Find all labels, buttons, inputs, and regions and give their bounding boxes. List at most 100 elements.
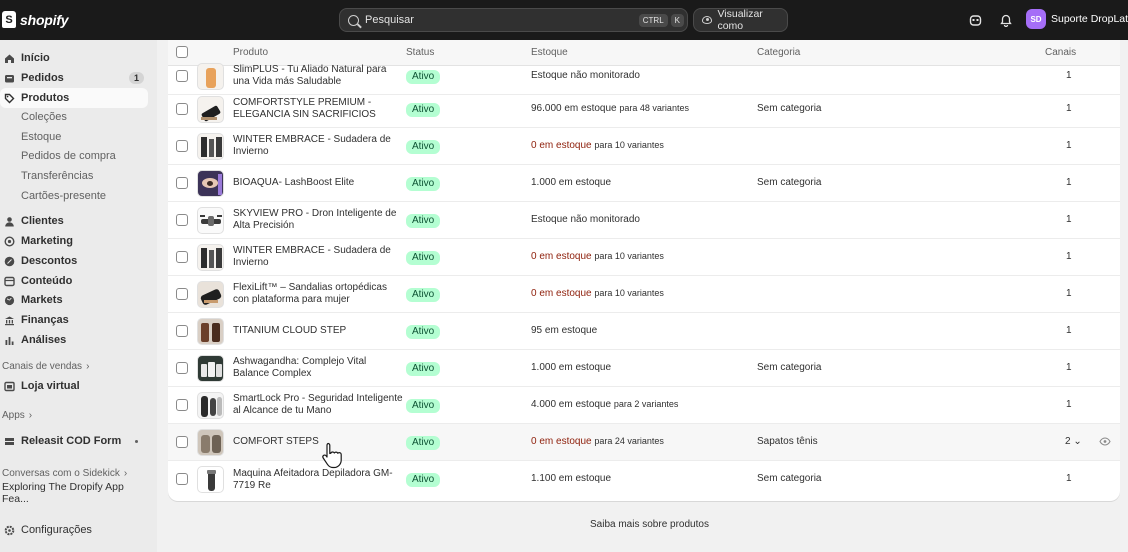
- table-row[interactable]: Maquina Afeitadora Depiladora GM-7719 Re…: [168, 461, 1120, 498]
- channels-count: 1: [1066, 473, 1072, 484]
- product-name[interactable]: SlimPLUS - Tu Aliado Natural para una Vi…: [233, 64, 403, 88]
- sidebar-item-gift-cards[interactable]: Cartões-presente: [0, 186, 148, 206]
- product-name[interactable]: TITANIUM CLOUD STEP: [233, 325, 403, 337]
- channels-count: 2: [1065, 436, 1071, 447]
- product-name[interactable]: COMFORT STEPS: [233, 436, 403, 448]
- stock-amount: 1.100 em estoque: [531, 473, 612, 484]
- store-menu[interactable]: SD Suporte DropLatam: [1026, 9, 1128, 29]
- product-name[interactable]: FlexiLift™ – Sandalias ortopédicas con p…: [233, 282, 403, 306]
- row-checkbox[interactable]: [176, 325, 188, 337]
- sidebar: Início Pedidos 1 Produtos Coleções Estoq…: [0, 40, 157, 552]
- product-thumbnail: [197, 96, 224, 123]
- stock-variants: para 10 variantes: [594, 140, 664, 150]
- product-name[interactable]: SmartLock Pro - Seguridad Inteligente al…: [233, 393, 403, 417]
- sidekick-heading[interactable]: Conversas com o Sidekick ›: [0, 463, 148, 483]
- section-label: Apps: [2, 409, 25, 421]
- table-row[interactable]: BIOAQUA- LashBoost Elite Ativo 1.000 em …: [168, 165, 1120, 202]
- stock-cell: 0 em estoque para 24 variantes: [531, 436, 664, 447]
- sidebar-item-customers[interactable]: Clientes: [0, 211, 148, 231]
- header-product[interactable]: Produto: [233, 47, 268, 58]
- table-row[interactable]: COMFORTSTYLE PREMIUM - ELEGANCIA SIN SAC…: [168, 91, 1120, 128]
- more-dot-icon[interactable]: [135, 440, 138, 443]
- learn-more-products-link[interactable]: Saiba mais sobre produtos: [590, 519, 709, 530]
- table-row[interactable]: FlexiLift™ – Sandalias ortopédicas con p…: [168, 276, 1120, 313]
- chevron-right-icon: ›: [123, 467, 128, 479]
- sidekick-icon[interactable]: [968, 13, 982, 27]
- header-stock[interactable]: Estoque: [531, 47, 568, 58]
- select-all-checkbox[interactable]: [176, 46, 188, 58]
- eye-preview-icon[interactable]: [1099, 437, 1111, 449]
- product-name[interactable]: SKYVIEW PRO - Dron Inteligente de Alta P…: [233, 208, 403, 232]
- bell-icon[interactable]: [999, 13, 1013, 27]
- product-thumbnail: [197, 133, 224, 160]
- search-icon: [348, 14, 359, 26]
- product-thumbnail: [197, 244, 224, 271]
- search-bar[interactable]: Pesquisar CTRL K: [339, 8, 688, 32]
- row-checkbox[interactable]: [176, 288, 188, 300]
- product-name[interactable]: Ashwagandha: Complejo Vital Balance Comp…: [233, 356, 403, 380]
- shopify-logo[interactable]: S shopify: [2, 11, 69, 28]
- table-row[interactable]: WINTER EMBRACE - Sudadera de Invierno At…: [168, 128, 1120, 165]
- row-checkbox[interactable]: [176, 436, 188, 448]
- table-row[interactable]: WINTER EMBRACE - Sudadera de Invierno At…: [168, 239, 1120, 276]
- sidebar-item-home[interactable]: Início: [0, 48, 148, 68]
- products-table: Produto Status Estoque Categoria Canais …: [168, 40, 1120, 501]
- sidebar-item-settings[interactable]: Configurações: [0, 520, 148, 540]
- stock-cell: Estoque não monitorado: [531, 214, 640, 225]
- sidebar-item-collections[interactable]: Coleções: [0, 107, 148, 127]
- product-name[interactable]: Maquina Afeitadora Depiladora GM-7719 Re: [233, 468, 403, 492]
- sidebar-item-products[interactable]: Produtos: [0, 88, 148, 108]
- sidebar-item-content[interactable]: Conteúdo: [0, 271, 148, 291]
- sidebar-item-finances[interactable]: Finanças: [0, 310, 148, 330]
- product-name[interactable]: COMFORTSTYLE PREMIUM - ELEGANCIA SIN SAC…: [233, 97, 403, 121]
- product-name[interactable]: BIOAQUA- LashBoost Elite: [233, 177, 403, 189]
- table-row[interactable]: Ashwagandha: Complejo Vital Balance Comp…: [168, 350, 1120, 387]
- sidebar-item-purchase-orders[interactable]: Pedidos de compra: [0, 146, 148, 166]
- product-name[interactable]: WINTER EMBRACE - Sudadera de Invierno: [233, 245, 403, 269]
- table-row[interactable]: SmartLock Pro - Seguridad Inteligente al…: [168, 387, 1120, 424]
- view-as-button[interactable]: Visualizar como: [693, 8, 788, 32]
- sidebar-item-discounts[interactable]: Descontos: [0, 251, 148, 271]
- header-status[interactable]: Status: [406, 47, 434, 58]
- row-checkbox[interactable]: [176, 473, 188, 485]
- header-channels[interactable]: Canais: [1045, 47, 1076, 58]
- apps-heading[interactable]: Apps ›: [0, 405, 148, 425]
- row-checkbox[interactable]: [176, 70, 188, 82]
- sidebar-item-conversation[interactable]: Exploring The Dropify App Fea...: [0, 481, 148, 505]
- sidebar-item-markets[interactable]: Markets: [0, 290, 148, 310]
- header-category[interactable]: Categoria: [757, 47, 800, 58]
- channels-dropdown[interactable]: 2 ⌄: [1065, 436, 1082, 447]
- product-thumbnail: [197, 429, 224, 456]
- row-checkbox[interactable]: [176, 140, 188, 152]
- stock-amount: 96.000 em estoque: [531, 103, 617, 114]
- product-name[interactable]: WINTER EMBRACE - Sudadera de Invierno: [233, 134, 403, 158]
- table-row[interactable]: SlimPLUS - Tu Aliado Natural para una Vi…: [168, 58, 1120, 95]
- sidebar-item-label: Produtos: [21, 92, 70, 104]
- table-row[interactable]: COMFORT STEPS Ativo 0 em estoque para 24…: [168, 424, 1120, 461]
- sidebar-item-online-store[interactable]: Loja virtual: [0, 376, 148, 396]
- channels-count: 1: [1066, 177, 1072, 188]
- table-row[interactable]: SKYVIEW PRO - Dron Inteligente de Alta P…: [168, 202, 1120, 239]
- row-checkbox[interactable]: [176, 214, 188, 226]
- section-label: Conversas com o Sidekick: [2, 467, 120, 479]
- row-checkbox[interactable]: [176, 177, 188, 189]
- eye-icon: [702, 16, 713, 24]
- row-checkbox[interactable]: [176, 362, 188, 374]
- sidebar-item-marketing[interactable]: Marketing: [0, 231, 148, 251]
- stock-amount: 95 em estoque: [531, 325, 598, 336]
- channels-count: 1: [1066, 251, 1072, 262]
- table-row[interactable]: TITANIUM CLOUD STEP Ativo 95 em estoque …: [168, 313, 1120, 350]
- stock-cell: 1.000 em estoque: [531, 177, 611, 188]
- sidebar-item-orders[interactable]: Pedidos 1: [0, 68, 148, 88]
- row-checkbox[interactable]: [176, 103, 188, 115]
- row-checkbox[interactable]: [176, 399, 188, 411]
- channels-count: 1: [1066, 362, 1072, 373]
- sales-channels-heading[interactable]: Canais de vendas ›: [0, 356, 148, 376]
- sidebar-item-label: Finanças: [21, 314, 69, 326]
- sidebar-item-releasit[interactable]: Releasit COD Form: [0, 431, 148, 451]
- row-checkbox[interactable]: [176, 251, 188, 263]
- sidebar-item-inventory[interactable]: Estoque: [0, 127, 148, 147]
- sidebar-item-transfers[interactable]: Transferências: [0, 166, 148, 186]
- category-cell: Sem categoria: [757, 177, 822, 188]
- sidebar-item-analytics[interactable]: Análises: [0, 330, 148, 350]
